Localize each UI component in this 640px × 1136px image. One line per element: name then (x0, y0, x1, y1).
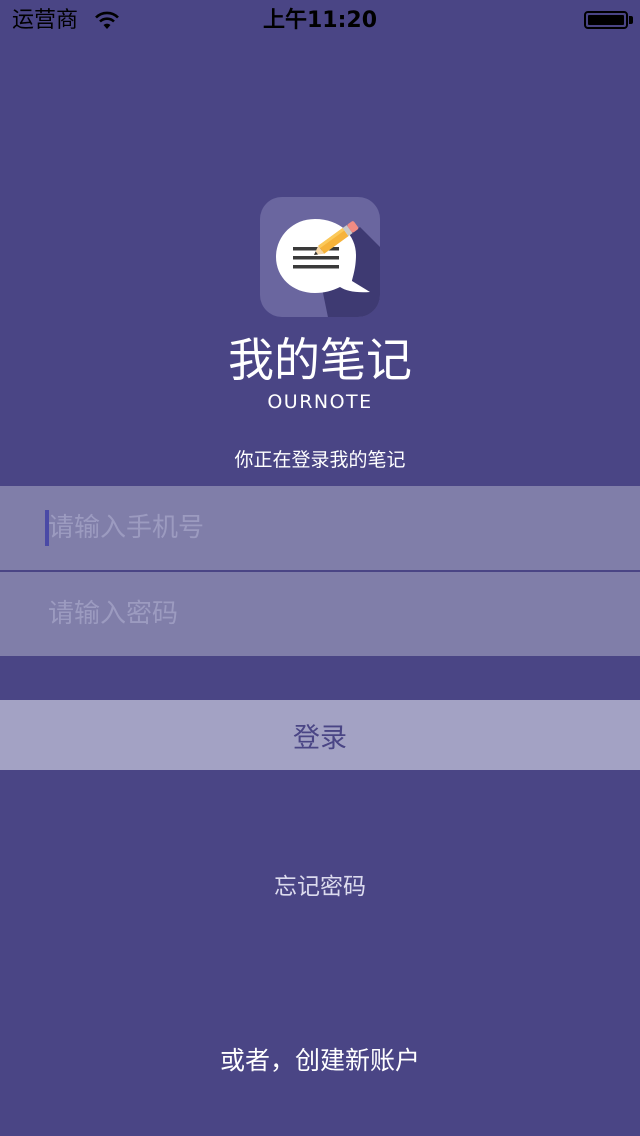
phone-number-input[interactable] (0, 486, 640, 570)
app-subtitle: OURNOTE (267, 391, 373, 413)
create-account-link[interactable]: 或者，创建新账户 (0, 1046, 640, 1076)
login-hint-text: 你正在登录我的笔记 (234, 449, 406, 471)
status-bar: 运营商 上午11:20 (0, 0, 640, 40)
app-title: 我的笔记 (228, 333, 412, 387)
text-cursor (45, 510, 49, 546)
battery-tip (629, 16, 633, 24)
forgot-password-link[interactable]: 忘记密码 (0, 873, 640, 901)
status-time: 上午11:20 (262, 8, 378, 33)
password-input[interactable] (0, 572, 640, 656)
login-button[interactable]: 登录 (0, 700, 640, 770)
app-logo-icon (260, 197, 380, 317)
battery-icon (584, 11, 628, 29)
